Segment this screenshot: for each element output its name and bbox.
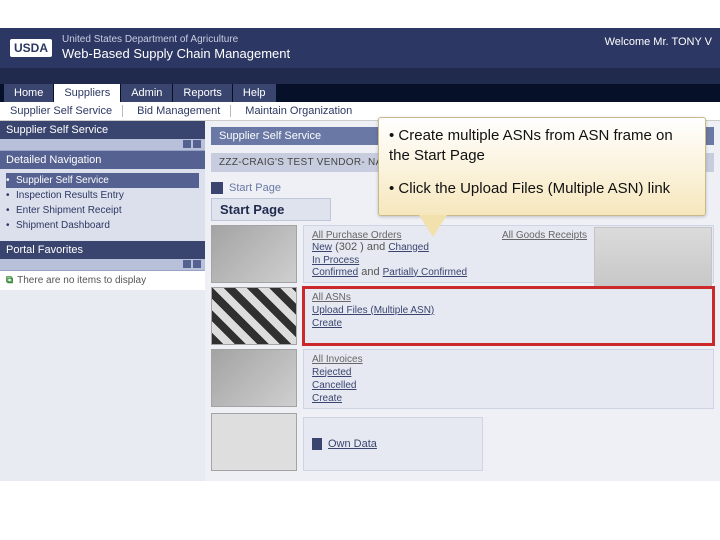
tab-suppliers[interactable]: Suppliers xyxy=(54,84,120,102)
po-confirmed-link[interactable]: Confirmed xyxy=(312,267,358,278)
own-data-panel[interactable]: Own Data xyxy=(303,417,483,471)
asn-header[interactable]: All ASNs xyxy=(312,292,705,303)
sidebar: Supplier Self Service Detailed Navigatio… xyxy=(0,121,205,481)
po-partially-link[interactable]: Partially Confirmed xyxy=(383,267,467,278)
po-new-link[interactable]: New xyxy=(312,242,332,253)
nav-inspection-results[interactable]: Inspection Results Entry xyxy=(6,188,199,203)
invoices-cancelled-link[interactable]: Cancelled xyxy=(312,380,705,391)
main-tabs: Home Suppliers Admin Reports Help xyxy=(0,84,720,102)
sidebar-detailed-nav-header: Detailed Navigation xyxy=(0,151,205,169)
subtab-self-service[interactable]: Supplier Self Service xyxy=(10,105,123,117)
purchase-orders-panel: All Purchase Orders New (302 ) and Chang… xyxy=(303,225,714,283)
tab-help[interactable]: Help xyxy=(233,84,276,102)
sidebar-portal-favorites-header: Portal Favorites xyxy=(0,241,205,259)
usda-logo: USDA xyxy=(10,39,52,57)
po-thumbnail xyxy=(211,225,297,283)
info-icon: ⧉ xyxy=(6,275,13,286)
tab-home[interactable]: Home xyxy=(4,84,53,102)
subtab-bid-management[interactable]: Bid Management xyxy=(137,105,231,117)
callout-line-1: • Create multiple ASNs from ASN frame on… xyxy=(389,126,695,165)
asn-panel: All ASNs Upload Files (Multiple ASN) Cre… xyxy=(303,287,714,345)
goods-receipts-thumbnail xyxy=(594,227,712,287)
nav-list: Supplier Self Service Inspection Results… xyxy=(0,169,205,241)
department-name: United States Department of Agriculture xyxy=(62,34,290,46)
invoices-create-link[interactable]: Create xyxy=(312,393,705,404)
asn-upload-files-link[interactable]: Upload Files (Multiple ASN) xyxy=(312,305,705,316)
sidebar-self-service-header: Supplier Self Service xyxy=(0,121,205,139)
tab-admin[interactable]: Admin xyxy=(121,84,172,102)
tab-reports[interactable]: Reports xyxy=(173,84,232,102)
subtab-maintain-org[interactable]: Maintain Organization xyxy=(245,105,362,117)
invoices-rejected-link[interactable]: Rejected xyxy=(312,367,705,378)
asn-create-link[interactable]: Create xyxy=(312,318,705,329)
own-data-link: Own Data xyxy=(328,438,377,450)
owndata-thumbnail xyxy=(211,413,297,471)
breadcrumb: Start Page xyxy=(229,182,281,194)
person-icon xyxy=(312,438,322,450)
callout-line-2: • Click the Upload Files (Multiple ASN) … xyxy=(389,179,695,199)
invoices-header[interactable]: All Invoices xyxy=(312,354,705,365)
app-header: USDA United States Department of Agricul… xyxy=(0,28,720,68)
nav-enter-shipment-receipt[interactable]: Enter Shipment Receipt xyxy=(6,203,199,218)
asn-thumbnail xyxy=(211,287,297,345)
invoices-thumbnail xyxy=(211,349,297,407)
nav-supplier-self-service[interactable]: Supplier Self Service xyxy=(6,173,199,188)
nav-shipment-dashboard[interactable]: Shipment Dashboard xyxy=(6,218,199,233)
welcome-text: Welcome Mr. TONY V xyxy=(605,36,712,48)
back-icon[interactable] xyxy=(211,182,223,194)
favorites-empty: ⧉ There are no items to display xyxy=(0,271,205,290)
app-name: Web-Based Supply Chain Management xyxy=(62,46,290,62)
page-title: Start Page xyxy=(211,198,331,221)
invoices-panel: All Invoices Rejected Cancelled Create xyxy=(303,349,714,409)
instruction-callout: • Create multiple ASNs from ASN frame on… xyxy=(378,117,706,216)
goods-receipts-header[interactable]: All Goods Receipts xyxy=(502,230,587,241)
po-changed-link[interactable]: Changed xyxy=(388,242,429,253)
